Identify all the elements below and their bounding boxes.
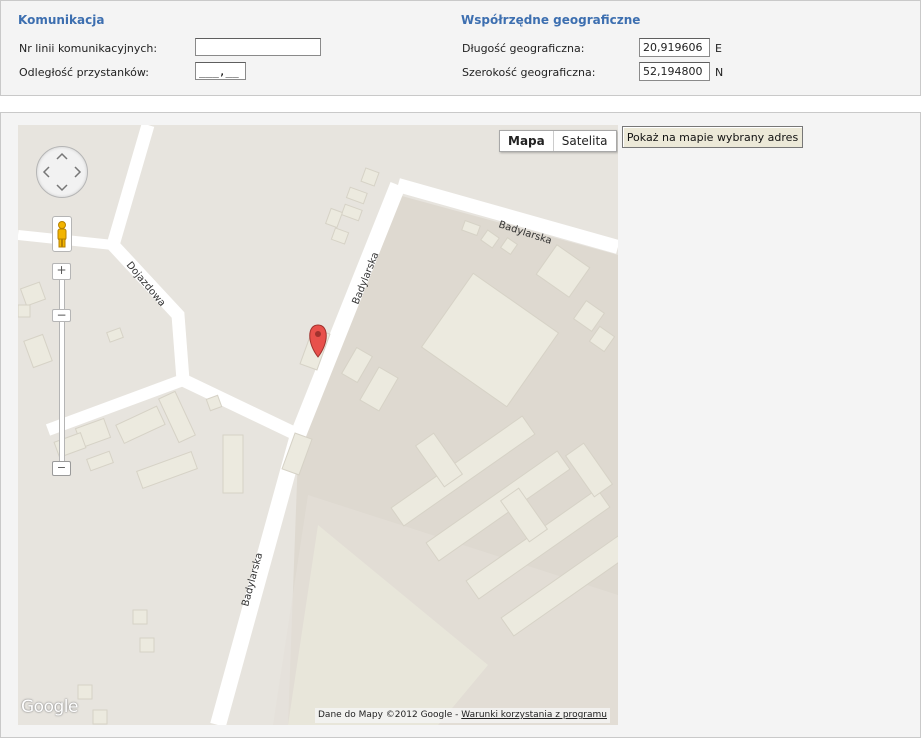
stop-distance-label: Odległość przystanków:: [19, 66, 149, 79]
map-type-satellite-button[interactable]: Satelita: [552, 131, 616, 151]
latitude-unit: N: [715, 66, 724, 79]
map-type-map-button[interactable]: Mapa: [500, 131, 553, 151]
street-view-pegman-icon[interactable]: [52, 216, 72, 252]
show-address-button[interactable]: Pokaż na mapie wybrany adres: [622, 126, 803, 148]
zoom-slider-track[interactable]: [59, 265, 65, 467]
pan-control[interactable]: [36, 146, 88, 198]
coordinates-section-title: Współrzędne geograficzne: [461, 13, 641, 27]
stop-distance-input[interactable]: [195, 62, 246, 80]
attribution-text: Dane do Mapy ©2012 Google -: [318, 710, 462, 720]
line-numbers-label: Nr linii komunikacyjnych:: [19, 42, 158, 55]
road-label-dojazdowa: Dojazdowa: [124, 260, 168, 309]
zoom-out-button[interactable]: −: [52, 461, 71, 476]
zoom-slider-thumb[interactable]: −: [52, 309, 71, 322]
latitude-value: 52,194800: [639, 62, 710, 81]
map-tiles: Badylarska Badylarska Badylarska Dojazdo…: [18, 125, 618, 725]
map-attribution: Dane do Mapy ©2012 Google - Warunki korz…: [315, 708, 610, 723]
zoom-in-button[interactable]: +: [52, 263, 71, 280]
latitude-label: Szerokość geograficzna:: [462, 66, 596, 79]
longitude-unit: E: [715, 42, 722, 55]
line-numbers-input[interactable]: [195, 38, 321, 56]
map-type-control: Mapa Satelita: [499, 130, 617, 152]
map-canvas[interactable]: Badylarska Badylarska Badylarska Dojazdo…: [18, 125, 618, 725]
terms-link[interactable]: Warunki korzystania z programu: [461, 710, 607, 720]
google-logo: Google: [21, 697, 78, 717]
longitude-value: 20,919606: [639, 38, 710, 57]
communication-section-title: Komunikacja: [18, 13, 105, 27]
pan-arrows-icon: [42, 152, 82, 192]
longitude-label: Długość geograficzna:: [462, 42, 585, 55]
